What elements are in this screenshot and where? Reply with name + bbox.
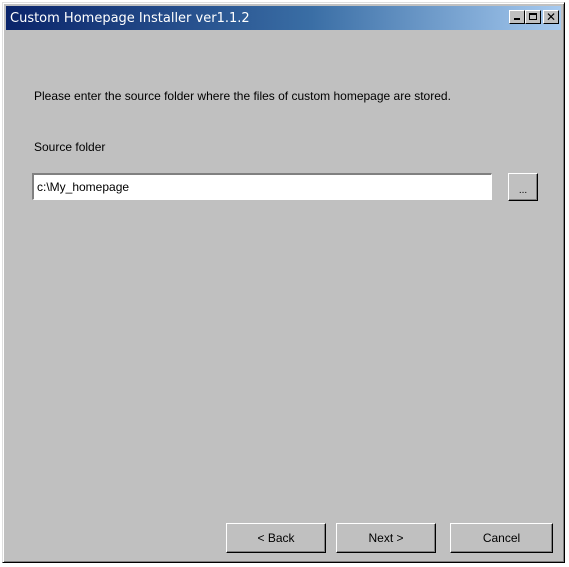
next-button[interactable]: Next >: [336, 523, 436, 553]
minimize-button[interactable]: [509, 10, 525, 24]
maximize-button[interactable]: [525, 10, 541, 24]
installer-window: Custom Homepage Installer ver1.1.2 ✕: [2, 2, 565, 563]
caption-buttons: ✕: [509, 10, 559, 24]
close-icon: ✕: [545, 10, 557, 24]
browse-button[interactable]: ...: [508, 173, 538, 201]
back-button[interactable]: < Back: [226, 523, 326, 553]
source-folder-input[interactable]: [32, 173, 492, 200]
maximize-icon: [529, 13, 537, 20]
window-title: Custom Homepage Installer ver1.1.2: [10, 10, 250, 26]
close-button[interactable]: ✕: [543, 10, 559, 24]
minimize-icon: [514, 18, 520, 20]
cancel-button[interactable]: Cancel: [450, 523, 553, 553]
instruction-text: Please enter the source folder where the…: [34, 89, 451, 103]
title-bar[interactable]: Custom Homepage Installer ver1.1.2 ✕: [6, 6, 561, 30]
source-folder-label: Source folder: [34, 140, 106, 154]
